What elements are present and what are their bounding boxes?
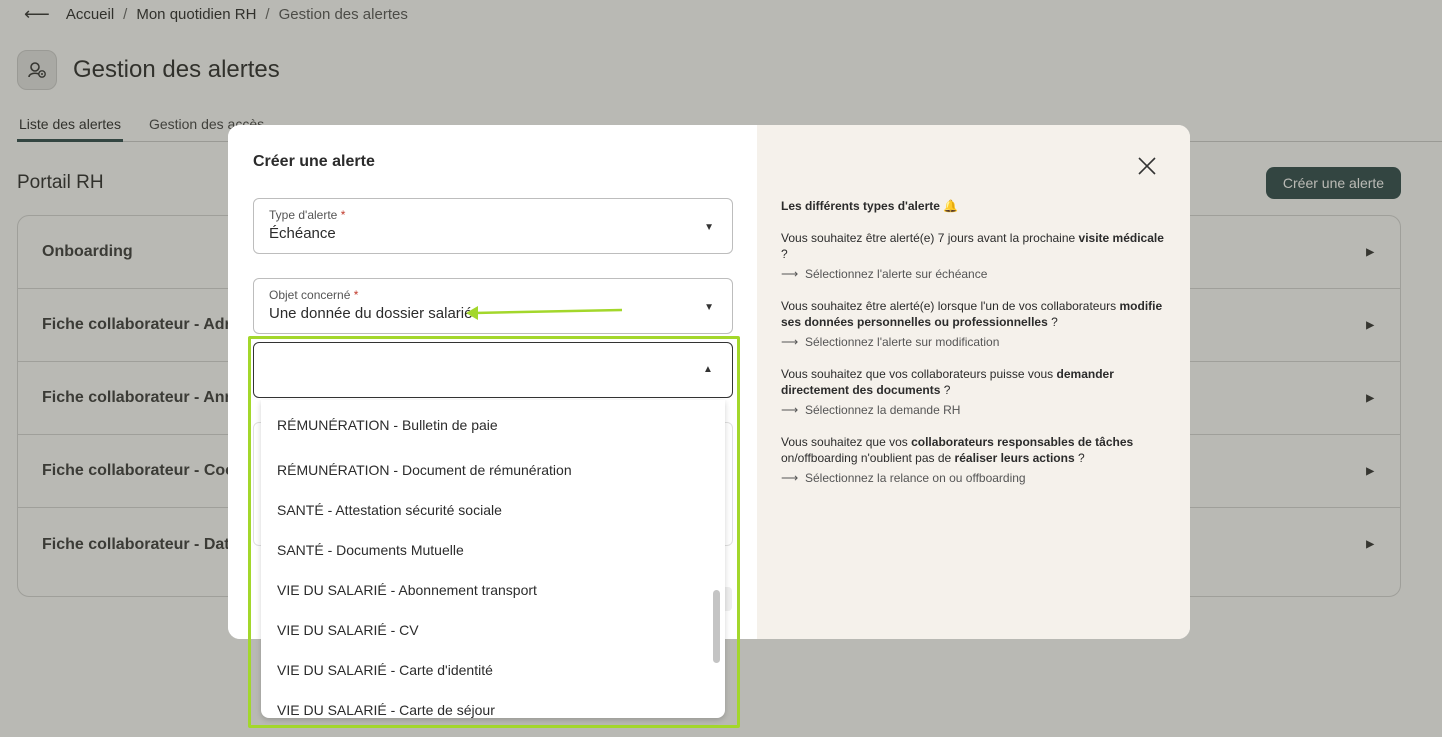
option-cv[interactable]: VIE DU SALARIÉ - CV — [261, 605, 725, 645]
arrow-left-annotation-icon — [466, 306, 623, 320]
info-text: ? — [1047, 315, 1058, 329]
alert-type-label: Type d'alerte * — [269, 208, 345, 222]
info-text: on/offboarding n'oublient pas de — [781, 451, 955, 465]
info-link-echeance: ⟶ Sélectionnez l'alerte sur échéance — [781, 266, 1171, 282]
arrow-right-icon: ⟶ — [781, 403, 799, 417]
alert-type-label-text: Type d'alerte — [269, 208, 338, 222]
option-bulletin-de-paie[interactable]: RÉMUNÉRATION - Bulletin de paie — [261, 400, 725, 445]
caret-down-icon: ▼ — [704, 222, 714, 233]
alert-type-value: Échéance — [269, 225, 336, 242]
option-attestation-securite-sociale[interactable]: SANTÉ - Attestation sécurité sociale — [261, 485, 725, 525]
caret-down-icon: ▼ — [704, 302, 714, 313]
modal-title: Créer une alerte — [253, 153, 375, 170]
info-block-demande-rh: Vous souhaitez que vos collaborateurs pu… — [781, 366, 1171, 418]
required-mark: * — [340, 208, 346, 222]
object-label: Objet concerné * — [269, 288, 358, 302]
document-combobox-input[interactable] — [253, 342, 733, 398]
info-text: Vous souhaitez que vos — [781, 435, 912, 449]
document-options-listbox[interactable]: RÉMUNÉRATION - Bulletin de paie RÉMUNÉRA… — [261, 400, 725, 718]
info-text: Vous souhaitez être alerté(e) 7 jours av… — [781, 231, 1079, 245]
info-text-bold: visite médicale — [1078, 231, 1164, 245]
option-abonnement-transport[interactable]: VIE DU SALARIÉ - Abonnement transport — [261, 565, 725, 605]
info-link-text: Sélectionnez la demande RH — [805, 403, 961, 417]
option-document-de-remuneration[interactable]: RÉMUNÉRATION - Document de rémunération — [261, 445, 725, 485]
info-text: ? — [940, 383, 951, 397]
listbox-scrollbar[interactable] — [713, 590, 720, 663]
option-carte-identite[interactable]: VIE DU SALARIÉ - Carte d'identité — [261, 645, 725, 685]
arrow-right-icon: ⟶ — [781, 267, 799, 281]
info-title: Les différents types d'alerte 🔔 — [781, 199, 959, 213]
info-text-bold: réaliser leurs actions — [954, 451, 1075, 465]
option-carte-de-sejour[interactable]: VIE DU SALARIÉ - Carte de séjour — [261, 685, 725, 718]
info-text: ? — [1074, 451, 1085, 465]
info-link-text: Sélectionnez l'alerte sur modification — [805, 335, 1000, 349]
modal-info-panel: Les différents types d'alerte 🔔 Vous sou… — [757, 125, 1190, 639]
info-text: ? — [781, 247, 788, 261]
info-block-modification: Vous souhaitez être alerté(e) lorsque l'… — [781, 298, 1171, 350]
info-link-modification: ⟶ Sélectionnez l'alerte sur modification — [781, 334, 1171, 350]
info-link-text: Sélectionnez la relance on ou offboardin… — [805, 471, 1026, 485]
caret-up-icon[interactable]: ▲ — [703, 364, 713, 375]
info-link-demande-rh: ⟶ Sélectionnez la demande RH — [781, 402, 1171, 418]
info-text: Vous souhaitez que vos collaborateurs pu… — [781, 367, 1057, 381]
option-documents-mutuelle[interactable]: SANTÉ - Documents Mutuelle — [261, 525, 725, 565]
info-block-relance: Vous souhaitez que vos collaborateurs re… — [781, 434, 1171, 486]
close-icon[interactable] — [1135, 154, 1159, 178]
info-link-text: Sélectionnez l'alerte sur échéance — [805, 267, 988, 281]
info-link-relance: ⟶ Sélectionnez la relance on ou offboardi… — [781, 470, 1171, 486]
info-block-echeance: Vous souhaitez être alerté(e) 7 jours av… — [781, 230, 1171, 282]
info-text-bold: collaborateurs responsables de tâches — [911, 435, 1134, 449]
required-mark: * — [353, 288, 359, 302]
alert-type-select[interactable]: Type d'alerte * Échéance ▼ — [253, 198, 733, 254]
object-value: Une donnée du dossier salarié — [269, 305, 473, 322]
info-text: Vous souhaitez être alerté(e) lorsque l'… — [781, 299, 1120, 313]
object-label-text: Objet concerné — [269, 288, 351, 302]
arrow-right-icon: ⟶ — [781, 335, 799, 349]
arrow-right-icon: ⟶ — [781, 471, 799, 485]
